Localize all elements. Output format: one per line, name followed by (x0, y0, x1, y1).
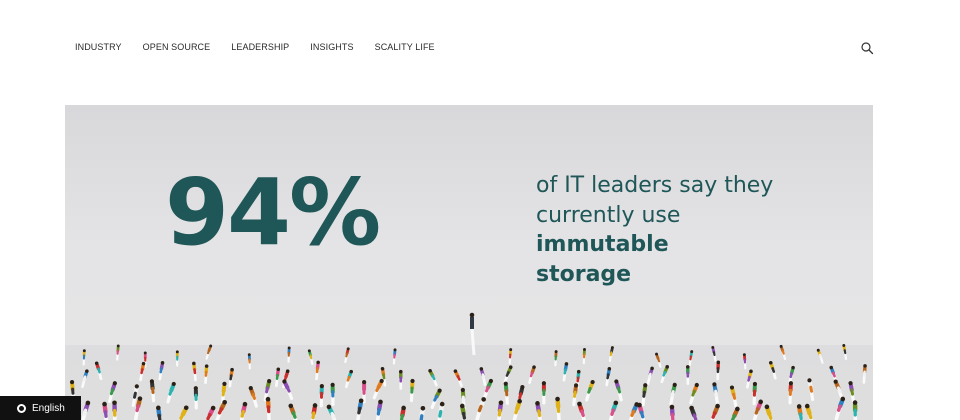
search-button[interactable] (860, 41, 874, 55)
globe-ring-icon (17, 403, 26, 413)
stat-caption: of IT leaders say they currently use imm… (536, 171, 836, 289)
nav-item-industry[interactable]: INDUSTRY (75, 42, 122, 53)
nav-item-insights[interactable]: INSIGHTS (310, 42, 353, 53)
language-label: English (32, 402, 65, 414)
stat-caption-line-1: of IT leaders say they (536, 173, 774, 198)
nav-item-leadership[interactable]: LEADERSHIP (231, 42, 289, 53)
hero-banner[interactable]: 94% of IT leaders say they currently use… (65, 105, 873, 420)
main-nav: INDUSTRY OPEN SOURCE LEADERSHIP INSIGHTS… (75, 42, 456, 53)
stat-percentage: 94% (165, 159, 381, 266)
stat-caption-line-3: immutable (536, 232, 669, 257)
crowd-figure (362, 380, 367, 404)
nav-item-scality-life[interactable]: SCALITY LIFE (375, 42, 435, 53)
search-icon (861, 42, 874, 55)
stat-caption-line-4: storage (536, 261, 632, 287)
stat-caption-line-2: currently use (536, 202, 681, 228)
language-selector[interactable]: English (0, 396, 81, 420)
crowd-figure (399, 369, 403, 390)
crowd-figure (541, 381, 547, 405)
nav-item-open-source[interactable]: OPEN SOURCE (143, 42, 211, 53)
